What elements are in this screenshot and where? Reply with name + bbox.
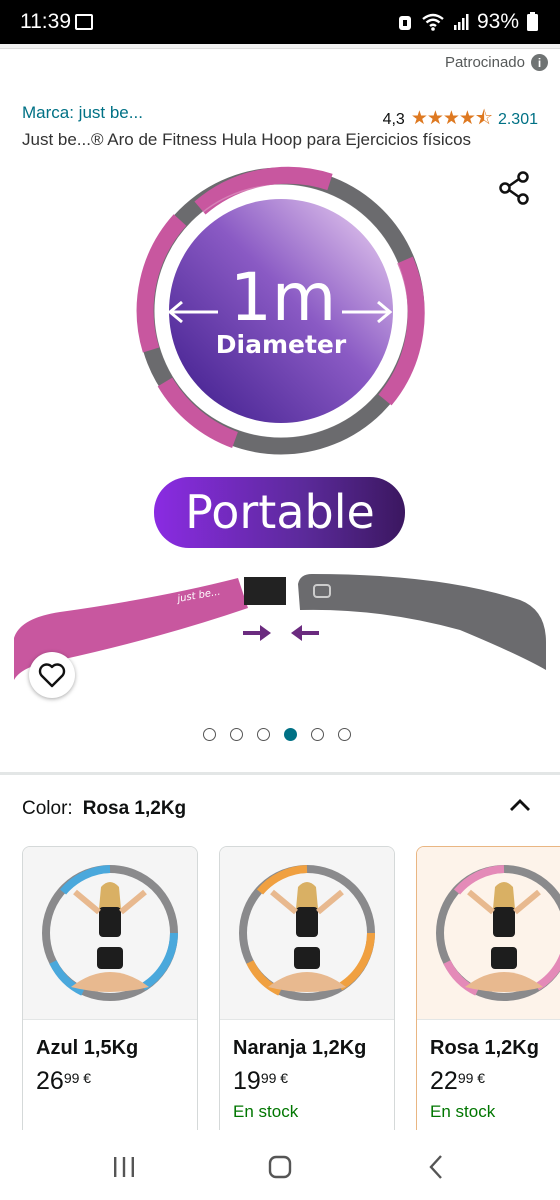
option-name: Azul 1,5Kg <box>36 1037 139 1059</box>
option-thumbnail <box>220 847 394 1020</box>
header-edge <box>0 44 560 49</box>
rating-value: 4,3 <box>382 111 405 128</box>
system-nav-bar <box>0 1130 560 1200</box>
diameter-caption: Diameter <box>216 330 347 359</box>
product-title[interactable]: Just be...® Aro de Fitness Hula Hoop par… <box>22 130 471 150</box>
share-icon[interactable] <box>498 170 532 206</box>
option-stock: En stock <box>430 1102 496 1121</box>
carousel-dot[interactable] <box>284 728 297 741</box>
option-name: Naranja 1,2Kg <box>233 1037 367 1059</box>
color-options-list: Azul 1,5Kg 2699 € Naranja 1,2Kg 1999 € E… <box>22 846 560 1136</box>
carousel-dot[interactable] <box>230 728 243 741</box>
rating-count[interactable]: 2.301 <box>498 111 538 129</box>
battery-icon <box>527 12 538 31</box>
carousel-dot[interactable] <box>257 728 270 741</box>
option-price: 2299 € <box>430 1067 486 1095</box>
color-option-card[interactable]: Naranja 1,2Kg 1999 € En stock <box>219 846 395 1136</box>
battery-percent: 93% <box>476 10 519 33</box>
brand-link[interactable]: Marca: just be... <box>22 103 143 123</box>
carousel-dot[interactable] <box>203 728 216 741</box>
sponsored-label[interactable]: Patrocinado i <box>445 54 548 71</box>
carousel-pagination[interactable] <box>203 728 351 741</box>
product-image[interactable]: 1m Diameter Portable just be... <box>0 160 560 720</box>
color-option-card-selected[interactable]: Rosa 1,2Kg 2299 € En stock <box>416 846 560 1136</box>
section-divider <box>0 772 560 775</box>
diameter-size-text: 1m <box>230 259 336 336</box>
status-bar: 11:39 93% <box>0 0 560 44</box>
option-price: 2699 € <box>36 1067 92 1095</box>
option-stock: En stock <box>233 1102 299 1121</box>
signal-icon <box>453 14 469 30</box>
back-icon[interactable] <box>428 1154 444 1180</box>
color-selector-header[interactable]: Color: Rosa 1,2Kg <box>22 798 186 820</box>
hoop-connector <box>244 577 286 605</box>
portable-text: Portable <box>185 485 375 539</box>
carousel-dot[interactable] <box>338 728 351 741</box>
connect-arrows-icon <box>243 625 319 641</box>
hoop-segment-gray <box>298 574 546 670</box>
wishlist-button[interactable] <box>29 652 75 698</box>
option-name: Rosa 1,2Kg <box>430 1037 539 1059</box>
color-label: Color: <box>22 798 73 819</box>
heart-icon <box>38 663 66 688</box>
gallery-notification-icon <box>75 14 93 30</box>
recent-apps-icon[interactable] <box>112 1156 136 1178</box>
wifi-icon <box>422 13 444 31</box>
alarm-icon <box>398 16 411 30</box>
color-option-card[interactable]: Azul 1,5Kg 2699 € <box>22 846 198 1136</box>
carousel-dot[interactable] <box>311 728 324 741</box>
home-icon[interactable] <box>268 1155 292 1179</box>
option-thumbnail <box>23 847 197 1020</box>
status-time: 11:39 <box>20 10 71 33</box>
selected-color: Rosa 1,2Kg <box>82 798 187 819</box>
option-price: 1999 € <box>233 1067 289 1095</box>
option-thumbnail <box>417 847 560 1020</box>
chevron-up-icon[interactable] <box>507 795 533 815</box>
info-icon[interactable]: i <box>531 54 548 71</box>
